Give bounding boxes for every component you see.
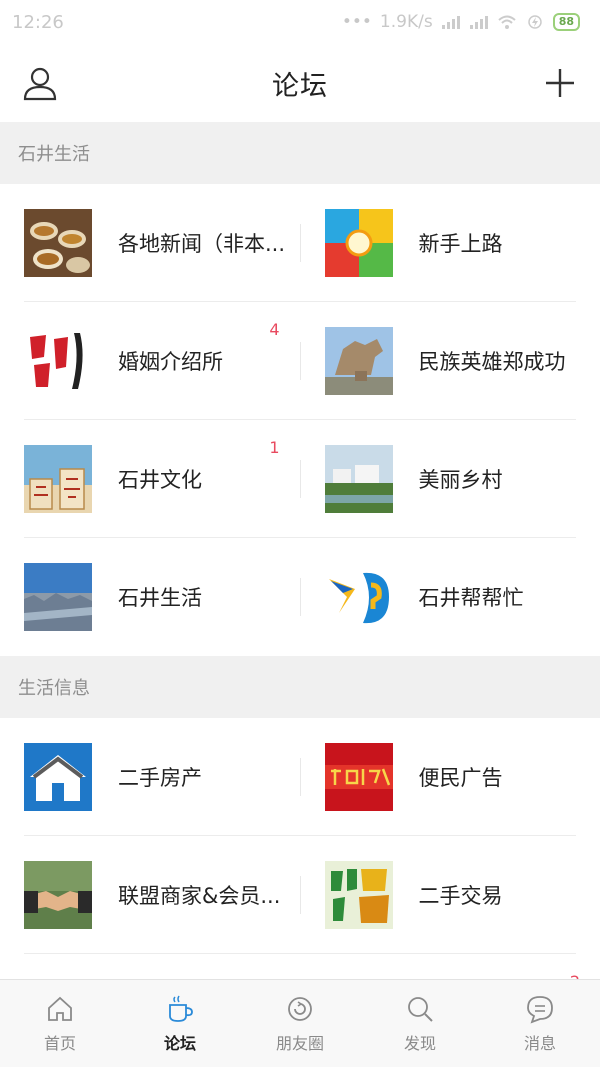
forum-item[interactable]: 石井生活 (0, 538, 300, 656)
status-bar: 12:26 ••• 1.9K/s 88 (0, 0, 600, 44)
forum-item-label: 各地新闻（非本... (118, 232, 286, 256)
forum-item-label: 联盟商家&会员... (118, 884, 281, 908)
tab-messages[interactable]: 消息 (480, 980, 600, 1067)
tab-home[interactable]: 首页 (0, 980, 120, 1067)
forum-item-label: 石井文化 (118, 468, 202, 492)
horse-statue-thumbnail (324, 327, 393, 395)
signal-icon (441, 16, 460, 29)
forum-item-label: 二手交易 (418, 884, 503, 908)
house-thumbnail (24, 743, 92, 811)
village-landscape-thumbnail (324, 445, 393, 513)
forum-item-label: 便民广告 (418, 766, 503, 790)
forum-item-label: 美丽乡村 (418, 468, 503, 492)
forum-item-label: 婚姻介绍所 (118, 350, 223, 374)
wifi-icon (498, 15, 516, 29)
tab-label: 朋友圈 (275, 1033, 324, 1053)
forum-row: 二手房产 便民广告 (0, 718, 600, 836)
forum-row: 婚姻介绍所 4 民族英雄郑成功 (0, 302, 600, 420)
forum-item[interactable]: 石井帮帮忙 (301, 538, 600, 656)
forum-row: 石井文化 1 美丽乡村 (0, 420, 600, 538)
forum-item-label: 民族英雄郑成功 (418, 350, 566, 374)
status-indicators: ••• 1.9K/s 88 (342, 12, 580, 32)
nav-bar: 论坛 (0, 44, 600, 122)
home-icon (48, 996, 72, 1021)
chess-pieces-thumbnail (24, 445, 92, 513)
tab-label: 论坛 (163, 1033, 196, 1053)
forum-item[interactable]: 二手交易 (301, 836, 600, 954)
profile-button[interactable] (20, 63, 60, 103)
forum-row: 联盟商家&会员... 二手交易 (0, 836, 600, 954)
forum-item[interactable]: 联盟商家&会员... (0, 836, 300, 954)
forum-item[interactable]: 便民广告 (301, 718, 600, 836)
network-speed: 1.9K/s (379, 12, 433, 32)
forum-item[interactable]: 石井文化 1 (0, 420, 300, 538)
forum-item[interactable]: 婚姻介绍所 4 (0, 302, 300, 420)
charging-icon (527, 15, 542, 29)
forum-row: 石井生活 石井帮帮忙 (0, 538, 600, 656)
user-icon (23, 67, 57, 101)
forum-item-label: 石井生活 (118, 586, 202, 610)
tab-label: 发现 (403, 1033, 436, 1053)
cup-icon (169, 995, 193, 1022)
section-header-life-info: 生活信息 (0, 656, 600, 718)
help-characters-thumbnail (324, 563, 393, 631)
moments-icon (288, 996, 312, 1021)
bottom-tab-bar: 首页 论坛 朋友圈 发现 消息 (0, 979, 600, 1067)
search-icon (408, 996, 433, 1022)
tab-forum[interactable]: 论坛 (120, 980, 240, 1067)
status-time: 12:26 (12, 11, 64, 33)
forum-item-label: 石井帮帮忙 (418, 586, 524, 610)
section-header-shijing-life: 石井生活 (0, 122, 600, 184)
forum-grid-shijing-life: 各地新闻（非本... 新手上路 婚姻介绍所 4 民族英雄郑成功 石井文化 1 美… (0, 184, 600, 656)
tea-cups-thumbnail (24, 209, 92, 277)
red-banner-thumbnail (324, 743, 393, 811)
forum-item-label: 二手房产 (118, 766, 202, 790)
signal-icon-2 (469, 16, 488, 29)
red-calligraphy-thumbnail (24, 327, 92, 395)
handshake-thumbnail (24, 861, 92, 929)
status-dots: ••• (341, 12, 372, 32)
forum-item[interactable]: 二手房产 (0, 718, 300, 836)
page-title: 论坛 (272, 70, 328, 102)
market-text-thumbnail (324, 861, 393, 929)
tab-label: 消息 (523, 1033, 556, 1053)
tab-moments[interactable]: 朋友圈 (240, 980, 360, 1067)
forum-item[interactable]: 民族英雄郑成功 (301, 302, 600, 420)
forum-item[interactable]: 美丽乡村 (301, 420, 600, 538)
battery-indicator: 88 (552, 13, 580, 31)
message-icon (527, 995, 553, 1024)
forum-item[interactable]: 各地新闻（非本... (0, 184, 300, 302)
tab-discover[interactable]: 发现 (360, 980, 480, 1067)
add-button[interactable] (540, 63, 580, 103)
colorful-sun-thumbnail (324, 209, 393, 277)
coastal-town-thumbnail (24, 563, 92, 631)
tab-label: 首页 (43, 1033, 76, 1053)
unread-badge: 1 (269, 438, 280, 457)
forum-row: 各地新闻（非本... 新手上路 (0, 184, 600, 302)
forum-item-label: 新手上路 (418, 232, 503, 256)
plus-icon (546, 69, 574, 97)
forum-item[interactable]: 新手上路 (301, 184, 600, 302)
unread-badge: 4 (269, 320, 280, 339)
